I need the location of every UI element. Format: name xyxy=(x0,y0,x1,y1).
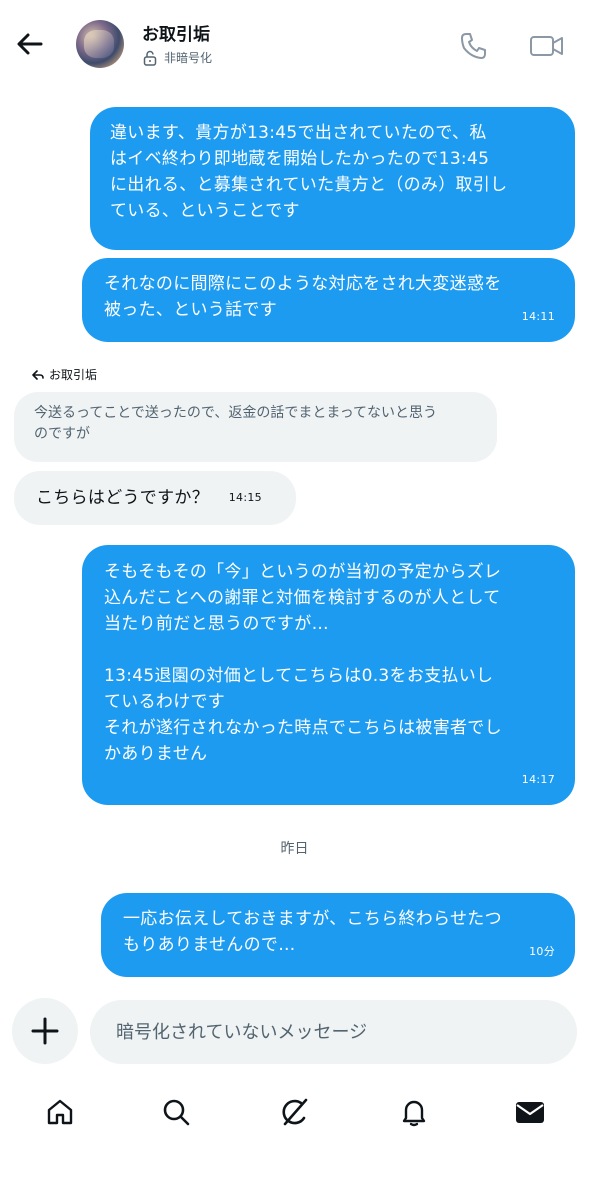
quoted-text: 今送るってことで送ったので、返金の話でまとまってないと思う のですが xyxy=(34,405,438,442)
message-text: 一応お伝えしておきますが、こちら終わらせたつ もりありませんので… xyxy=(123,909,502,955)
back-button[interactable] xyxy=(14,28,46,60)
bell-icon xyxy=(402,1100,426,1127)
call-button[interactable] xyxy=(458,30,490,62)
nav-home[interactable] xyxy=(40,1092,80,1132)
message-input[interactable] xyxy=(116,1000,556,1064)
bottom-safe-area xyxy=(0,1160,589,1200)
message-timestamp: 14:11 xyxy=(521,310,555,323)
message-timestamp: 14:15 xyxy=(228,491,262,504)
message-bubble-incoming[interactable]: こちらはどうですか？ 14:15 xyxy=(14,471,296,525)
chat-thread: 違います、貴方が13:45で出されていたので、私 はイベ終わり即地蔵を開始したか… xyxy=(0,0,589,1000)
message-composer xyxy=(90,1000,577,1064)
nav-grok[interactable] xyxy=(275,1092,315,1132)
video-call-button[interactable] xyxy=(528,30,566,62)
conversation-header: お取引垢 非暗号化 xyxy=(0,0,589,92)
message-bubble-outgoing[interactable]: そもそもその「今」というのが当初の予定からズレ 込んだことへの謝罪と対価を検討す… xyxy=(82,545,575,805)
avatar[interactable] xyxy=(76,20,124,68)
date-separator: 昨日 xyxy=(280,841,309,857)
message-text: こちらはどうですか？ xyxy=(36,488,209,508)
search-icon xyxy=(163,1099,190,1126)
arrow-left-icon xyxy=(17,33,43,55)
plus-icon xyxy=(31,1017,59,1045)
encryption-label: 非暗号化 xyxy=(164,51,213,65)
message-timestamp: 10分 xyxy=(529,945,555,958)
video-camera-icon xyxy=(530,36,563,56)
grok-icon xyxy=(282,1098,308,1126)
message-bubble-outgoing[interactable]: それなのに間際にこのような対応をされ大変迷惑を 被った、という話です 14:11 xyxy=(82,258,575,342)
nav-search[interactable] xyxy=(156,1092,196,1132)
reply-context: お取引垢 xyxy=(32,366,97,383)
reply-author: お取引垢 xyxy=(49,368,98,382)
quoted-message[interactable]: 今送るってことで送ったので、返金の話でまとまってないと思う のですが xyxy=(14,392,497,462)
message-text: 違います、貴方が13:45で出されていたので、私 はイベ終わり即地蔵を開始したか… xyxy=(110,123,508,221)
encryption-status: 非暗号化 xyxy=(142,49,212,66)
conversation-title[interactable]: お取引垢 xyxy=(142,20,210,45)
phone-icon xyxy=(461,33,486,59)
message-text: そもそもその「今」というのが当初の予定からズレ 込んだことへの謝罪と対価を検討す… xyxy=(104,562,502,764)
home-icon xyxy=(47,1099,73,1125)
reply-icon xyxy=(32,369,44,380)
mail-icon xyxy=(516,1102,544,1123)
message-bubble-outgoing[interactable]: 違います、貴方が13:45で出されていたので、私 はイベ終わり即地蔵を開始したか… xyxy=(90,107,575,250)
message-timestamp: 14:17 xyxy=(521,773,555,786)
unlock-icon xyxy=(143,50,157,66)
message-bubble-outgoing[interactable]: 一応お伝えしておきますが、こちら終わらせたつ もりありませんので… 10分 xyxy=(101,893,575,977)
add-media-button[interactable] xyxy=(12,998,78,1064)
bottom-navigation xyxy=(0,1078,589,1148)
message-text: それなのに間際にこのような対応をされ大変迷惑を 被った、という話です xyxy=(104,274,502,320)
nav-messages[interactable] xyxy=(510,1092,550,1132)
nav-notifications[interactable] xyxy=(394,1092,434,1132)
